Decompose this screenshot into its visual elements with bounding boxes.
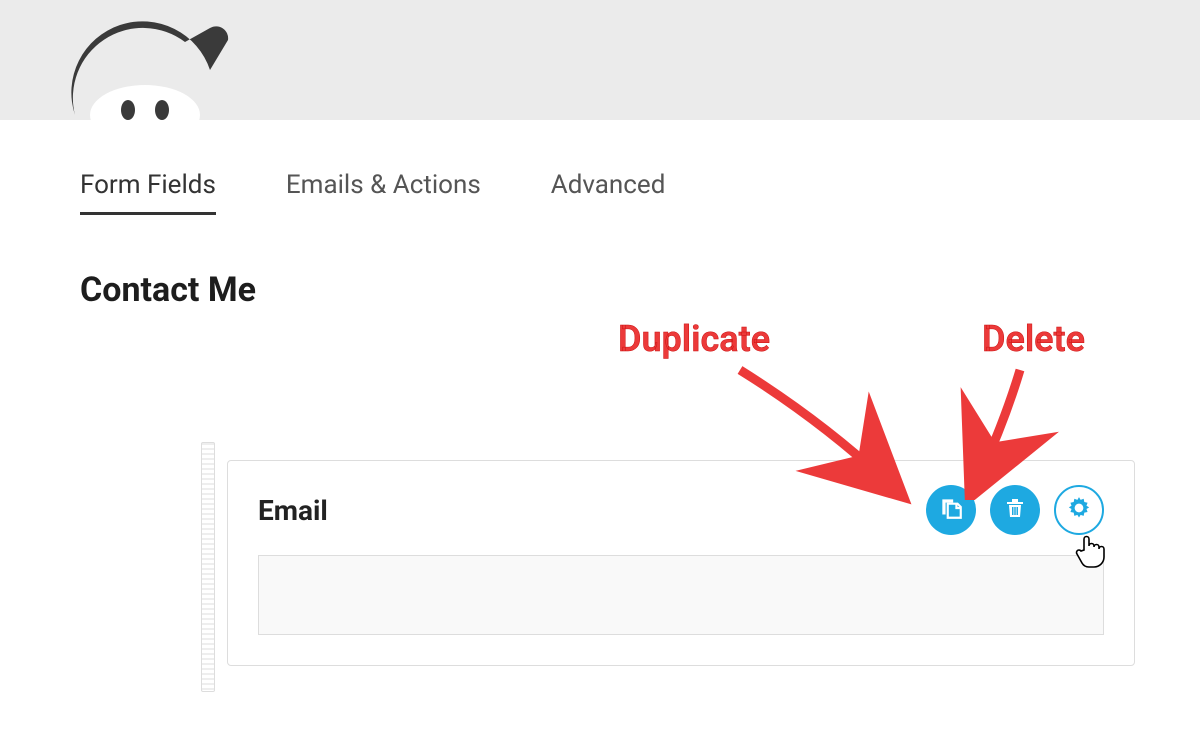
field-label: Email [258,494,328,527]
email-field-input[interactable] [258,555,1104,635]
tab-form-fields[interactable]: Form Fields [80,170,216,215]
annotation-delete-label: Delete [982,318,1085,360]
top-bar [0,0,1200,120]
annotation-arrow-delete [950,360,1070,500]
cursor-hand-icon [1075,534,1105,572]
tab-emails-actions[interactable]: Emails & Actions [286,170,481,215]
ninja-logo-icon [60,0,230,134]
form-title: Contact Me [0,230,1200,310]
trash-icon [1003,496,1027,524]
annotation-arrow-duplicate [720,360,920,510]
tab-advanced[interactable]: Advanced [551,170,666,215]
tabs-nav: Form Fields Emails & Actions Advanced [0,120,1200,230]
drag-handle[interactable] [201,442,215,692]
annotation-duplicate-label: Duplicate [618,318,770,360]
